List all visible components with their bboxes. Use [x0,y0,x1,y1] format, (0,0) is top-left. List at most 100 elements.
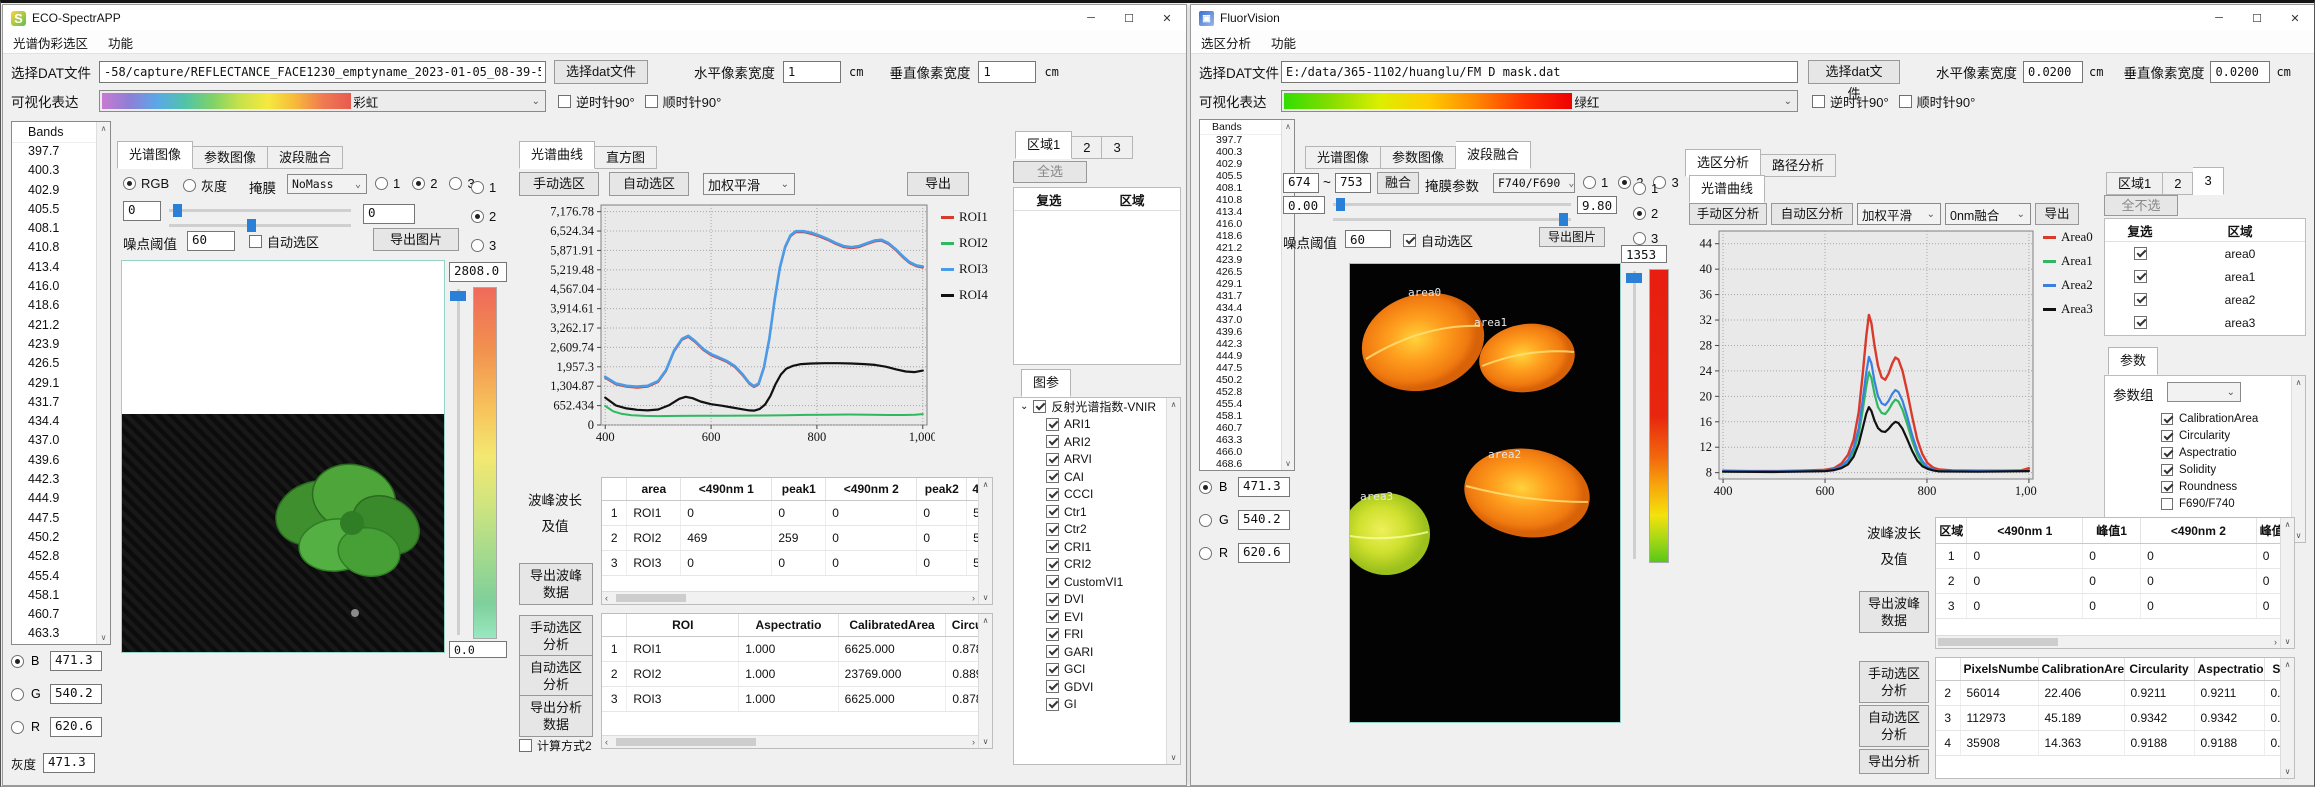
tree-item[interactable]: GCI [1014,661,1180,679]
rotate-ccw-checkbox[interactable]: 逆时针90° [1812,92,1889,111]
checkbox-icon[interactable] [2161,430,2173,442]
tree-item[interactable]: DVI [1014,591,1180,609]
select-all-button[interactable]: 全选 [1013,161,1087,183]
column-header[interactable]: CalibratedArea [838,614,946,637]
radio-option-1[interactable]: 1 [1583,175,1608,190]
scroll-left-icon[interactable]: ‹ [605,593,608,603]
checkbox-icon[interactable] [2161,498,2173,510]
band-item[interactable]: 410.8 [12,238,96,257]
maximize-button[interactable]: ☐ [2238,5,2276,31]
region-row[interactable]: area3 [2105,311,2305,334]
table-row[interactable]: 2ROI21.00023769.0000.889 [602,662,992,687]
dat-path-input[interactable] [1281,61,1798,83]
band-item[interactable]: 455.4 [1200,398,1281,410]
band-item[interactable]: 455.4 [12,567,96,586]
band-item[interactable]: 421.2 [1200,242,1281,254]
scroll-down-icon[interactable]: ∨ [101,633,107,642]
range-from-value[interactable]: 674 [1283,173,1319,193]
band-item[interactable]: 444.9 [12,489,96,508]
table-row[interactable]: 1ROI11.0006625.0000.878 [602,637,992,662]
tab-1[interactable]: 区域1 [1015,131,1072,159]
table-row[interactable]: 30000 [1936,594,2294,619]
tab-3[interactable]: 波段融合 [268,146,343,169]
band-item[interactable]: 460.7 [1200,422,1281,434]
select-none-button[interactable]: 全不选 [2104,195,2178,216]
checkbox-icon[interactable] [2161,481,2173,493]
colorbar-slider[interactable] [1633,271,1636,559]
checkbox-icon[interactable] [2161,464,2173,476]
band-item[interactable]: 408.1 [1200,182,1281,194]
colormap-select[interactable]: 绿红 ⌄ [1281,90,1798,112]
tab-1[interactable]: 光谱图像 [117,141,193,169]
band-item[interactable]: 416.0 [1200,218,1281,230]
band-item[interactable]: 423.9 [12,335,96,354]
column-header[interactable] [602,478,627,501]
checkbox-icon[interactable] [1046,558,1059,571]
checkbox-icon[interactable] [2134,316,2147,329]
checkbox-icon[interactable] [1046,470,1059,483]
radio-option-2[interactable]: 2 [1633,206,1658,221]
band-item[interactable]: 410.8 [1200,194,1281,206]
minimize-button[interactable]: ─ [2200,5,2238,31]
tab-2[interactable]: 参数图像 [193,146,268,169]
tab-2[interactable]: 参数图像 [1381,146,1456,169]
band-item[interactable]: 442.3 [12,470,96,489]
table-row[interactable]: 3ROI31.0006625.0000.878 [602,687,992,712]
checklist-item[interactable]: Aspectratio [2105,444,2291,461]
band-item[interactable]: 418.6 [1200,230,1281,242]
manual-region-analysis-button[interactable]: 手动区分析 [1689,203,1767,225]
auto-region-button[interactable]: 自动选区 [609,172,689,196]
column-header[interactable]: area [627,478,681,501]
tree-root[interactable]: ⌄反射光谱指数-VNIR [1014,398,1180,416]
tree-item[interactable]: GI [1014,696,1180,714]
tree-item[interactable]: CRI1 [1014,538,1180,556]
region-row[interactable]: area1 [2105,265,2305,288]
spectral-image-view[interactable] [121,260,445,653]
table-row[interactable]: 10000 [1936,544,2294,569]
band-item[interactable]: 450.2 [1200,374,1281,386]
radio-icon[interactable] [11,721,24,734]
vscrollbar[interactable]: ∧∨ [2280,518,2294,648]
gray-value[interactable]: 471.3 [43,753,95,773]
table-row[interactable]: 43590814.3630.91880.91880.9188 [1936,731,2295,756]
slider1-value[interactable]: 0 [123,201,161,221]
checkbox-icon[interactable] [2161,447,2173,459]
band-item[interactable]: 413.4 [1200,206,1281,218]
export-image-button[interactable]: 导出图片 [1539,227,1605,247]
checkbox-icon[interactable] [1046,505,1059,518]
radio-option-1[interactable]: 1 [375,176,400,191]
hpixel-input[interactable] [783,61,841,83]
legend-item[interactable]: ROI2 [941,235,988,251]
tab-2[interactable]: 2 [2163,172,2193,195]
band-item[interactable]: 463.3 [12,624,96,643]
band-item[interactable]: 458.1 [12,586,96,605]
scroll-right-icon[interactable]: › [972,593,975,603]
checkbox-icon[interactable] [2134,270,2147,283]
hpixel-input[interactable] [2023,61,2083,83]
slider-handle[interactable] [247,219,256,232]
band-item[interactable]: 431.7 [12,393,96,412]
manual-analysis-button[interactable]: 手动选区 分析 [1859,661,1929,703]
legend-item[interactable]: ROI4 [941,287,988,303]
auto-select-checkbox[interactable]: 自动选区 [249,232,319,251]
radio-icon[interactable] [11,655,24,668]
auto-select-checkbox[interactable]: 自动选区 [1403,231,1473,250]
manual-region-button[interactable]: 手动选区 [519,172,599,196]
checkbox-icon[interactable] [1046,540,1059,553]
legend-item[interactable]: Area1 [2043,253,2093,269]
choose-dat-button[interactable]: 选择dat文件 [1808,60,1900,84]
colorbar-max-value[interactable]: 2808.0 [449,262,507,282]
export-peaks-button[interactable]: 导出波峰 数据 [1859,591,1929,633]
scroll-up-icon[interactable]: ∧ [1285,122,1291,131]
band-item[interactable]: 460.7 [12,605,96,624]
tab-2[interactable]: 直方图 [595,146,657,169]
export-analysis-button[interactable]: 导出分析 [1859,749,1929,774]
scroll-right-icon[interactable]: › [972,737,975,747]
radio-icon[interactable] [11,688,24,701]
column-header[interactable]: peak1 [772,478,826,501]
band-item[interactable]: 439.6 [12,451,96,470]
minimize-button[interactable]: ─ [1072,5,1110,31]
auto-analysis-button[interactable]: 自动选区 分析 [1859,705,1929,747]
radio-option-2[interactable]: 2 [412,176,437,191]
colormap-select[interactable]: 彩虹 ⌄ [99,90,546,112]
